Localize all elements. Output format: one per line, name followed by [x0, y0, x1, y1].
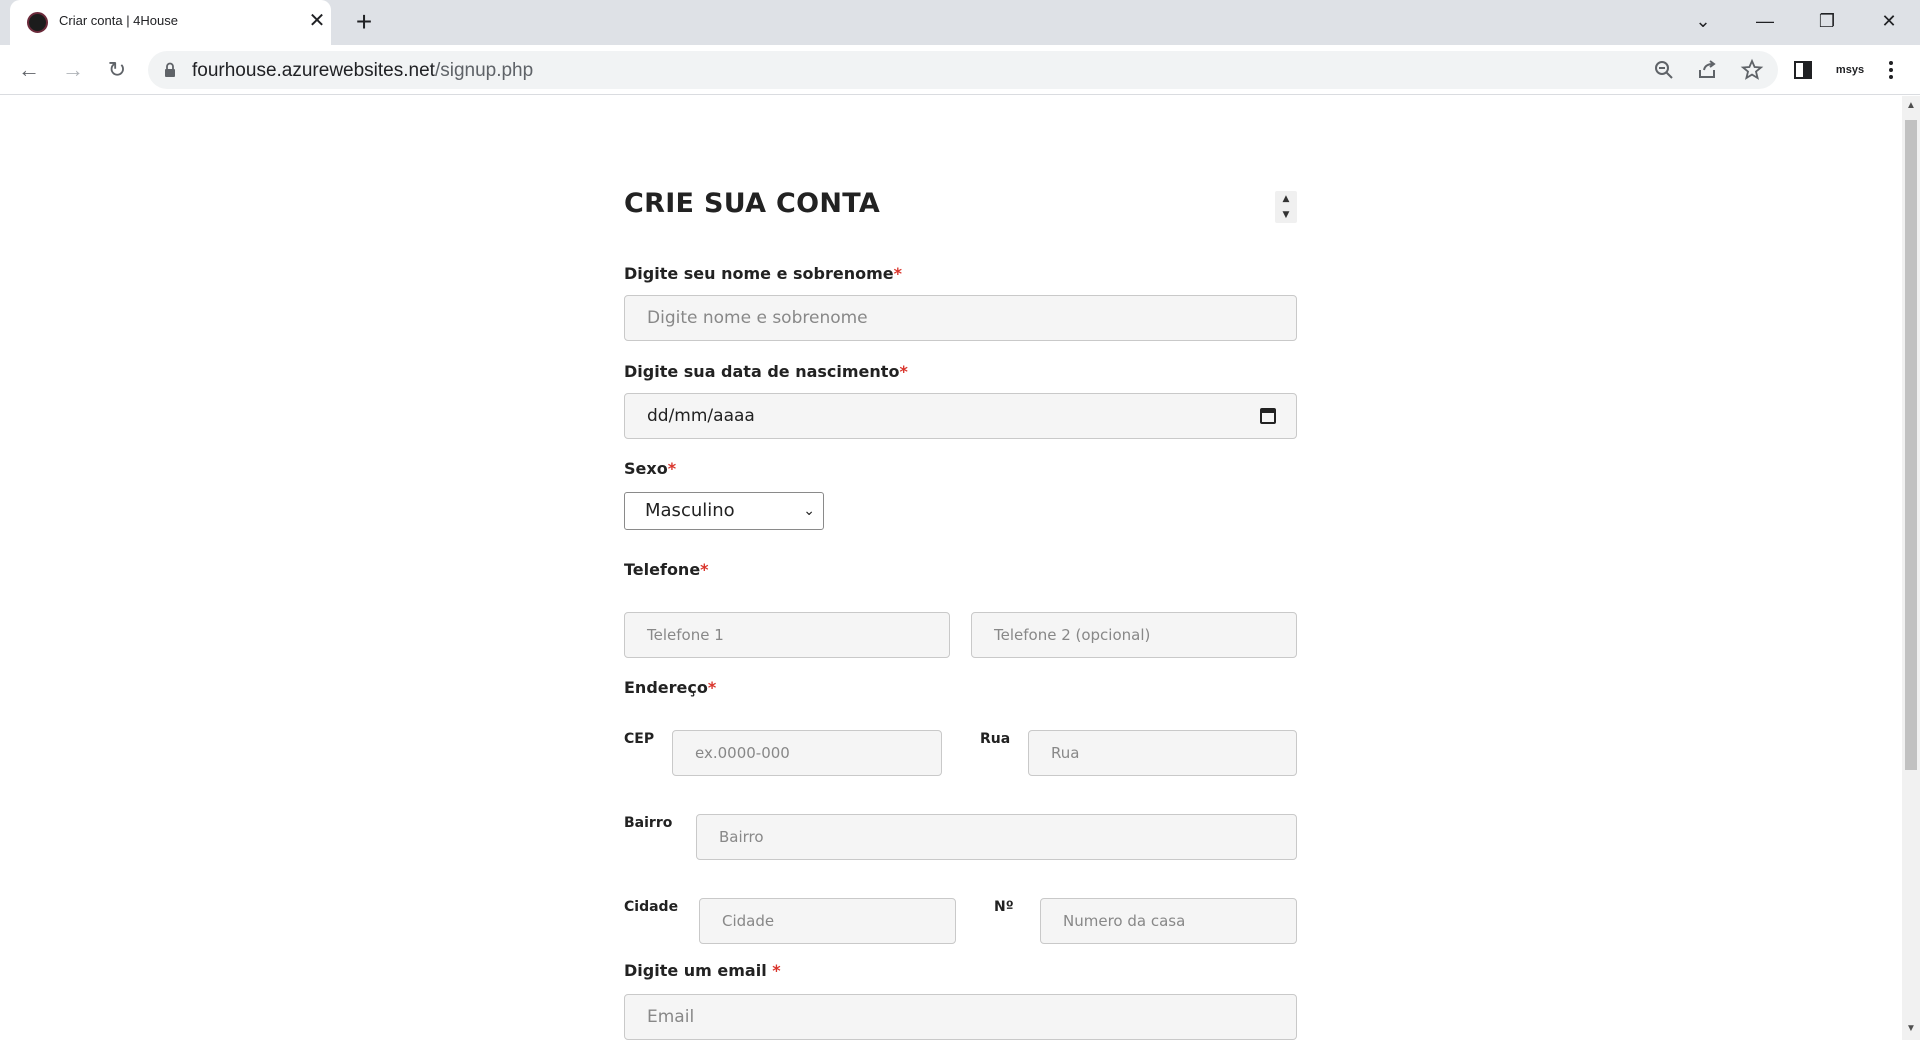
sex-label: Sexo* — [624, 459, 677, 478]
zoom-icon[interactable] — [1652, 58, 1676, 82]
page-viewport: CRIE SUA CONTA ▲ ▼ Digite seu nome e sob… — [0, 96, 1902, 1040]
phone-label: Telefone* — [624, 560, 709, 579]
page-title: CRIE SUA CONTA — [624, 188, 881, 219]
url-text: fourhouse.azurewebsites.net/signup.php — [192, 60, 534, 81]
lock-icon — [165, 62, 175, 77]
restore-button[interactable]: ❐ — [1796, 0, 1858, 45]
birthdate-label: Digite sua data de nascimento* — [624, 362, 908, 381]
sex-select[interactable]: Masculino ⌄ — [624, 492, 824, 530]
street-input[interactable]: Rua — [1028, 730, 1297, 776]
back-button[interactable]: ← — [16, 57, 42, 83]
number-label: Nº — [994, 899, 1014, 915]
phone2-input[interactable]: Telefone 2 (opcional) — [971, 612, 1297, 658]
district-input[interactable]: Bairro — [696, 814, 1297, 860]
reload-button[interactable]: ↻ — [104, 57, 130, 83]
phone1-input[interactable]: Telefone 1 — [624, 612, 950, 658]
tab-strip: Criar conta | 4House ✕ + ⌄ — ❐ ✕ — [0, 0, 1920, 45]
forward-button[interactable]: → — [60, 57, 86, 83]
name-input[interactable]: Digite nome e sobrenome — [624, 295, 1297, 341]
close-window-button[interactable]: ✕ — [1858, 0, 1920, 45]
address-bar[interactable]: fourhouse.azurewebsites.net/signup.php — [148, 51, 1778, 89]
birthdate-value: dd/mm/aaaa — [647, 406, 755, 426]
browser-toolbar: ← → ↻ fourhouse.azurewebsites.net/signup… — [0, 45, 1920, 95]
menu-kebab-icon[interactable] — [1878, 57, 1904, 83]
spinner-up-icon[interactable]: ▲ — [1275, 191, 1297, 207]
vertical-scrollbar[interactable]: ▲ ▼ — [1902, 96, 1920, 1040]
email-input[interactable]: Email — [624, 994, 1297, 1040]
scroll-thumb[interactable] — [1905, 120, 1917, 770]
name-label: Digite seu nome e sobrenome* — [624, 264, 902, 283]
minimize-button[interactable]: — — [1734, 0, 1796, 45]
city-label: Cidade — [624, 899, 679, 915]
scroll-up-icon[interactable]: ▲ — [1906, 101, 1916, 111]
scroll-spinner[interactable]: ▲ ▼ — [1275, 191, 1297, 223]
birthdate-input[interactable]: dd/mm/aaaa — [624, 393, 1297, 439]
district-label: Bairro — [624, 815, 673, 831]
new-tab-button[interactable]: + — [351, 8, 377, 36]
sex-selected-value: Masculino — [645, 500, 735, 521]
scroll-down-icon[interactable]: ▼ — [1906, 1024, 1916, 1034]
cep-label: CEP — [624, 731, 655, 747]
email-label: Digite um email * — [624, 961, 781, 980]
calendar-icon[interactable] — [1260, 408, 1276, 424]
house-number-input[interactable]: Numero da casa — [1040, 898, 1297, 944]
bookmark-star-icon[interactable] — [1740, 58, 1764, 82]
chevron-down-icon: ⌄ — [803, 503, 815, 519]
street-label: Rua — [980, 731, 1011, 747]
cep-input[interactable]: ex.0000-000 — [672, 730, 942, 776]
side-panel-icon[interactable] — [1790, 57, 1816, 83]
profile-avatar[interactable]: msys — [1834, 57, 1866, 83]
site-favicon-icon — [27, 12, 48, 33]
tab-title: Criar conta | 4House — [59, 13, 178, 28]
city-input[interactable]: Cidade — [699, 898, 956, 944]
close-tab-icon[interactable]: ✕ — [306, 10, 328, 32]
spinner-down-icon[interactable]: ▼ — [1275, 207, 1297, 223]
address-label: Endereço* — [624, 678, 717, 697]
tab-search-icon[interactable]: ⌄ — [1672, 0, 1734, 45]
share-icon[interactable] — [1696, 58, 1720, 82]
browser-tab[interactable]: Criar conta | 4House ✕ — [10, 0, 331, 45]
